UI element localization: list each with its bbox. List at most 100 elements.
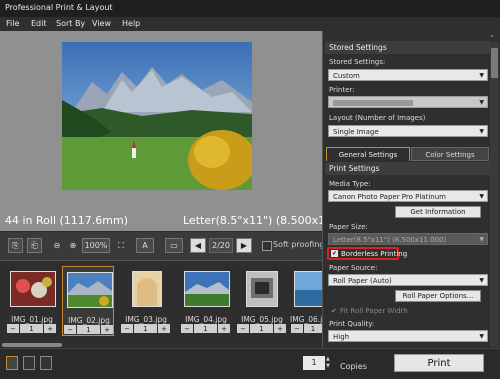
paper-size-label: Paper Size: (329, 223, 368, 231)
get-information-button[interactable]: Get Information (395, 206, 481, 218)
media-type-label: Media Type: (329, 180, 371, 188)
arrow-right-icon: ▶ (240, 241, 248, 250)
print-quality-label: Print Quality: (329, 320, 375, 328)
page-indicator: 2/20 (209, 238, 233, 253)
copies-spinner[interactable]: ▲ ▼ (326, 356, 330, 370)
media-type-value: Canon Photo Paper Pro Platinum (333, 193, 446, 201)
printer-label: Printer: (329, 86, 355, 94)
fit-roll-label: Fit Roll Paper Width (340, 307, 408, 315)
panel-scrollbar-thumb[interactable] (491, 48, 498, 78)
thumbnail-scrollbar[interactable] (2, 343, 62, 347)
paper-size-value: Letter(8.5"x11") (8.500x11.000) (333, 236, 447, 244)
thumbnail-image (246, 271, 278, 307)
chevron-down-icon: ▼ (479, 277, 484, 284)
paper-source-value: Roll Paper (Auto) (333, 277, 392, 285)
chevron-down-icon: ▼ (479, 236, 484, 243)
decrement-button[interactable]: − (64, 325, 76, 334)
borderless-printing-checkbox[interactable]: ✔ (331, 250, 338, 257)
thumbnail-image (67, 272, 113, 308)
decrement-button[interactable]: − (181, 324, 193, 333)
paper-size-dropdown[interactable]: Letter(8.5"x11") (8.500x11.000) ▼ (328, 233, 488, 245)
zoom-out-icon: ⊖ (53, 241, 61, 250)
add-page-icon: ⎘ (12, 240, 19, 250)
arrow-left-icon: ◀ (194, 241, 202, 250)
printer-name-redacted (333, 100, 413, 106)
remove-page-icon: ⎗ (31, 240, 38, 250)
increment-button[interactable]: + (101, 325, 113, 334)
copy-count[interactable]: 1 (304, 324, 322, 333)
copy-count[interactable]: 1 (194, 324, 217, 333)
menu-edit[interactable]: Edit (31, 19, 47, 28)
soft-proofing-label: Soft proofing (273, 240, 325, 249)
thumbnail-item[interactable]: IMG_04.jpg −1 + (180, 266, 232, 336)
thumbnail-label: IMG_05.jpg (241, 315, 283, 324)
roll-paper-options-button[interactable]: Roll Paper Options... (395, 290, 481, 302)
thumbnail-item-selected[interactable]: IMG_02.jpg −1 + (62, 266, 114, 336)
copy-count[interactable]: 1 (20, 324, 43, 333)
layout-view-button-2[interactable] (23, 356, 35, 370)
previous-page-button[interactable]: ◀ (190, 238, 206, 253)
increment-button[interactable]: + (44, 324, 56, 333)
layout-view-button-3[interactable] (40, 356, 52, 370)
increment-button[interactable]: + (158, 324, 170, 333)
layout-label: Layout (Number of Images) (329, 114, 426, 122)
zoom-in-icon: ⊕ (69, 241, 77, 250)
zoom-dropdown[interactable]: 100% (82, 238, 110, 253)
page-settings-button[interactable]: ▭ (165, 238, 183, 253)
zoom-in-button[interactable]: ⊕ (66, 238, 80, 253)
thumbnail-item[interactable]: IMG_01.jpg −1 + (6, 266, 58, 336)
thumbnail-label: IMG_04.jpg (185, 315, 227, 324)
copy-count[interactable]: 1 (77, 325, 100, 334)
media-type-dropdown[interactable]: Canon Photo Paper Pro Platinum ▼ (328, 190, 488, 202)
print-quality-dropdown[interactable]: High ▼ (328, 330, 488, 342)
panel-scrollbar[interactable] (490, 42, 499, 347)
chevron-down-icon: ▼ (479, 333, 484, 340)
preview-photo[interactable] (62, 42, 252, 190)
zoom-out-button[interactable]: ⊖ (50, 238, 64, 253)
layout-view-button-1[interactable] (6, 356, 18, 370)
copy-count[interactable]: 1 (250, 324, 273, 333)
stored-settings-header[interactable]: Stored Settings (325, 41, 490, 54)
paper-source-dropdown[interactable]: Roll Paper (Auto) ▼ (328, 274, 488, 286)
decrement-button[interactable]: − (121, 324, 133, 333)
thumbnail-image (132, 271, 162, 307)
chevron-down-icon: ▼ (479, 193, 484, 200)
layout-value: Single Image (333, 128, 379, 136)
copy-count[interactable]: 1 (134, 324, 157, 333)
thumbnail-item[interactable]: IMG_06.jpg −1 (290, 266, 322, 336)
decrement-button[interactable]: − (291, 324, 303, 333)
thumbnail-item[interactable]: IMG_05.jpg −1 + (236, 266, 288, 336)
stored-settings-label: Stored Settings: (329, 58, 386, 66)
increment-button[interactable]: + (218, 324, 230, 333)
chevron-down-icon: ▼ (479, 72, 484, 79)
fit-roll-checkbox[interactable]: ✔ (331, 307, 337, 315)
decrement-button[interactable]: − (237, 324, 249, 333)
decrement-button[interactable]: − (7, 324, 19, 333)
copies-label: Copies (340, 362, 367, 371)
copies-input[interactable]: 1 (303, 356, 325, 370)
thumbnail-label: IMG_06.jpg (290, 315, 322, 324)
next-page-button[interactable]: ▶ (236, 238, 252, 253)
soft-proofing-checkbox[interactable] (262, 241, 272, 251)
add-image-button[interactable]: ⎘ (8, 238, 23, 253)
remove-image-button[interactable]: ⎗ (27, 238, 42, 253)
tab-color-settings[interactable]: Color Settings (411, 147, 489, 161)
fit-to-window-button[interactable]: ⛶ (114, 238, 128, 253)
tab-general-settings[interactable]: General Settings (326, 147, 410, 161)
menu-view[interactable]: View (92, 19, 111, 28)
increment-button[interactable]: + (274, 324, 286, 333)
print-button[interactable]: Print (394, 354, 484, 372)
chevron-down-icon: ▼ (479, 128, 484, 135)
stored-settings-dropdown[interactable]: Custom ▼ (328, 69, 488, 81)
print-quality-value: High (333, 333, 350, 341)
menu-help[interactable]: Help (122, 19, 140, 28)
text-settings-button[interactable]: A (136, 238, 154, 253)
thumbnail-item[interactable]: IMG_03.jpg −1 + (120, 266, 172, 336)
fit-icon: ⛶ (118, 240, 124, 250)
menu-file[interactable]: File (6, 19, 19, 28)
window-title: Professional Print & Layout (5, 3, 113, 12)
printer-dropdown[interactable]: ▼ (328, 96, 488, 108)
print-settings-header[interactable]: Print Settings (325, 162, 490, 175)
menu-sort-by[interactable]: Sort By (56, 19, 85, 28)
layout-dropdown[interactable]: Single Image ▼ (328, 125, 488, 137)
